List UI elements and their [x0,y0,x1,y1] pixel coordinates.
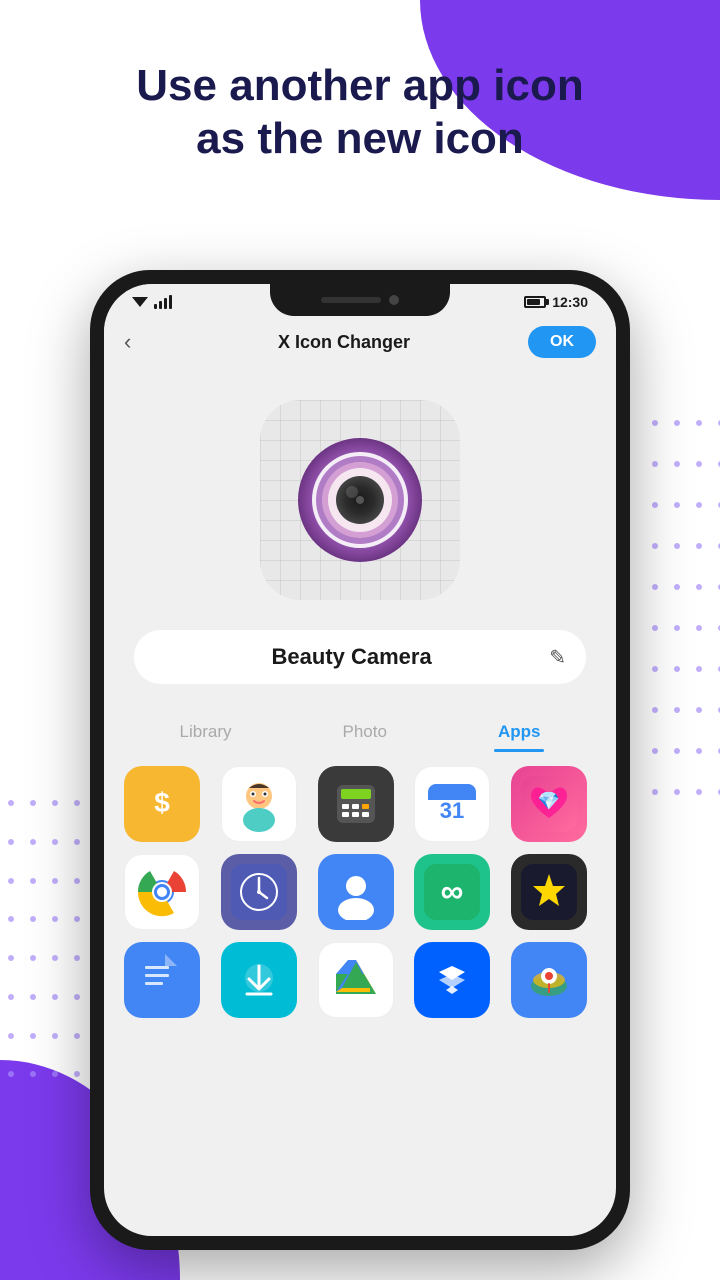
status-bar: 12:30 [104,284,616,314]
phone-screen: 12:30 ‹ X Icon Changer OK [104,284,616,1236]
svg-text:💎: 💎 [538,791,560,811]
ok-button[interactable]: OK [528,326,596,358]
app-icon-bitmoji[interactable] [221,766,297,842]
nav-title: X Icon Changer [160,332,528,353]
icon-preview-area [104,370,616,620]
tab-apps[interactable]: Apps [478,714,561,750]
apps-grid: $ [104,750,616,1034]
app-icon-dropbox[interactable] [414,942,490,1018]
dots-decoration-right: for(let i=0;i<40;i++) document.write('<d… [652,420,712,820]
svg-text:31: 31 [440,798,464,823]
status-right: 12:30 [524,294,588,310]
tab-photo[interactable]: Photo [323,714,407,750]
app-icon-maps[interactable] [511,942,587,1018]
app-icon-calendar[interactable]: 31 [414,766,490,842]
page-heading: Use another app icon as the new icon [0,60,720,166]
signal-icon [154,295,172,309]
status-left [132,295,172,309]
app-icon-downloader[interactable] [221,942,297,1018]
back-button[interactable]: ‹ [124,329,160,355]
beauty-camera-svg [290,430,430,570]
heading-line2: as the new icon [196,114,524,163]
battery-icon [524,296,546,308]
app-icon-preview [260,400,460,600]
app-icon-alpha[interactable]: ∞ [414,854,490,930]
phone-notch [270,284,450,316]
app-icon-contacts[interactable] [318,854,394,930]
front-camera [389,295,399,305]
app-name-field[interactable]: Beauty Camera ✎ [134,630,586,684]
app-icon-superstar[interactable] [511,854,587,930]
svg-text:∞: ∞ [441,873,464,909]
app-icon-drive[interactable] [318,942,394,1018]
app-icon-candy-crush[interactable]: 💎 [511,766,587,842]
app-icon-calculator[interactable] [318,766,394,842]
wifi-icon [132,295,148,309]
app-icon-clock[interactable] [221,854,297,930]
app-icon-chrome[interactable] [124,854,200,930]
heading-line1: Use another app icon [136,61,583,110]
app-icon-cashapp[interactable]: $ [124,766,200,842]
tab-library[interactable]: Library [160,714,252,750]
tab-bar: Library Photo Apps [104,704,616,750]
edit-icon[interactable]: ✎ [549,645,566,670]
app-name-text: Beauty Camera [154,644,549,670]
dots-decoration-left: for(let i=0;i<32;i++) document.write('<d… [8,800,68,1100]
svg-text:$: $ [154,787,170,818]
speaker [321,297,381,303]
app-icon-docs[interactable] [124,942,200,1018]
status-time: 12:30 [552,294,588,310]
nav-bar: ‹ X Icon Changer OK [104,314,616,370]
phone-mockup: 12:30 ‹ X Icon Changer OK [90,270,630,1250]
